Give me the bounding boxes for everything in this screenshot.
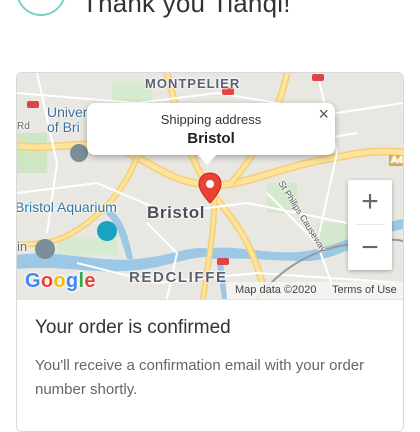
map-label-bristol: Bristol — [147, 203, 206, 222]
google-logo-letter: o — [53, 270, 66, 292]
popup-tail — [198, 155, 216, 165]
popup-city: Bristol — [187, 130, 235, 147]
map-label-university: Univer of Bri — [47, 104, 88, 135]
google-logo-letter: e — [84, 270, 96, 292]
map-attribution: Map data ©2020 Terms of Use — [227, 282, 403, 299]
confirmation-title: Your order is confirmed — [35, 317, 231, 338]
terms-of-use-link[interactable]: Terms of Use — [332, 284, 397, 296]
zoom-in-button[interactable]: + — [348, 180, 392, 224]
close-icon[interactable]: × — [318, 104, 329, 124]
confirmation-message: You'll receive a confirmation email with… — [35, 357, 365, 398]
google-logo-letter: G — [25, 270, 41, 292]
order-card: MONTPELIER Univer of Bri Rd Bristol Aqua… — [16, 72, 404, 432]
map-label-in: in — [17, 239, 28, 254]
map-label-montpelier: MONTPELIER — [145, 76, 241, 91]
thank-you-heading: Thank you Tianqi! — [82, 0, 291, 18]
zoom-out-button[interactable]: − — [348, 226, 392, 270]
checkmark-icon — [16, 0, 66, 16]
map[interactable]: MONTPELIER Univer of Bri Rd Bristol Aqua… — [17, 73, 403, 299]
confirmation-section: Your order is confirmed You'll receive a… — [17, 299, 403, 431]
popup-title: Shipping address — [160, 112, 262, 127]
zoom-controls: + − — [348, 180, 392, 270]
map-label-aquarium: Bristol Aquarium — [17, 199, 117, 215]
header: Thank you Tianqi! — [0, 0, 420, 40]
map-label-redcliffe: REDCLIFFE — [129, 269, 228, 286]
shipping-address-popup: Shipping address Bristol × — [87, 103, 335, 165]
location-pin-icon[interactable] — [198, 172, 222, 209]
zoom-divider — [356, 224, 384, 225]
map-label-rd: Rd — [17, 121, 30, 132]
map-data-text: Map data ©2020 — [235, 284, 317, 296]
google-logo[interactable]: Google — [25, 270, 96, 293]
road-badge-a4: A4 — [389, 155, 403, 166]
google-logo-letter: o — [40, 270, 54, 292]
google-logo-letter: g — [65, 270, 79, 292]
